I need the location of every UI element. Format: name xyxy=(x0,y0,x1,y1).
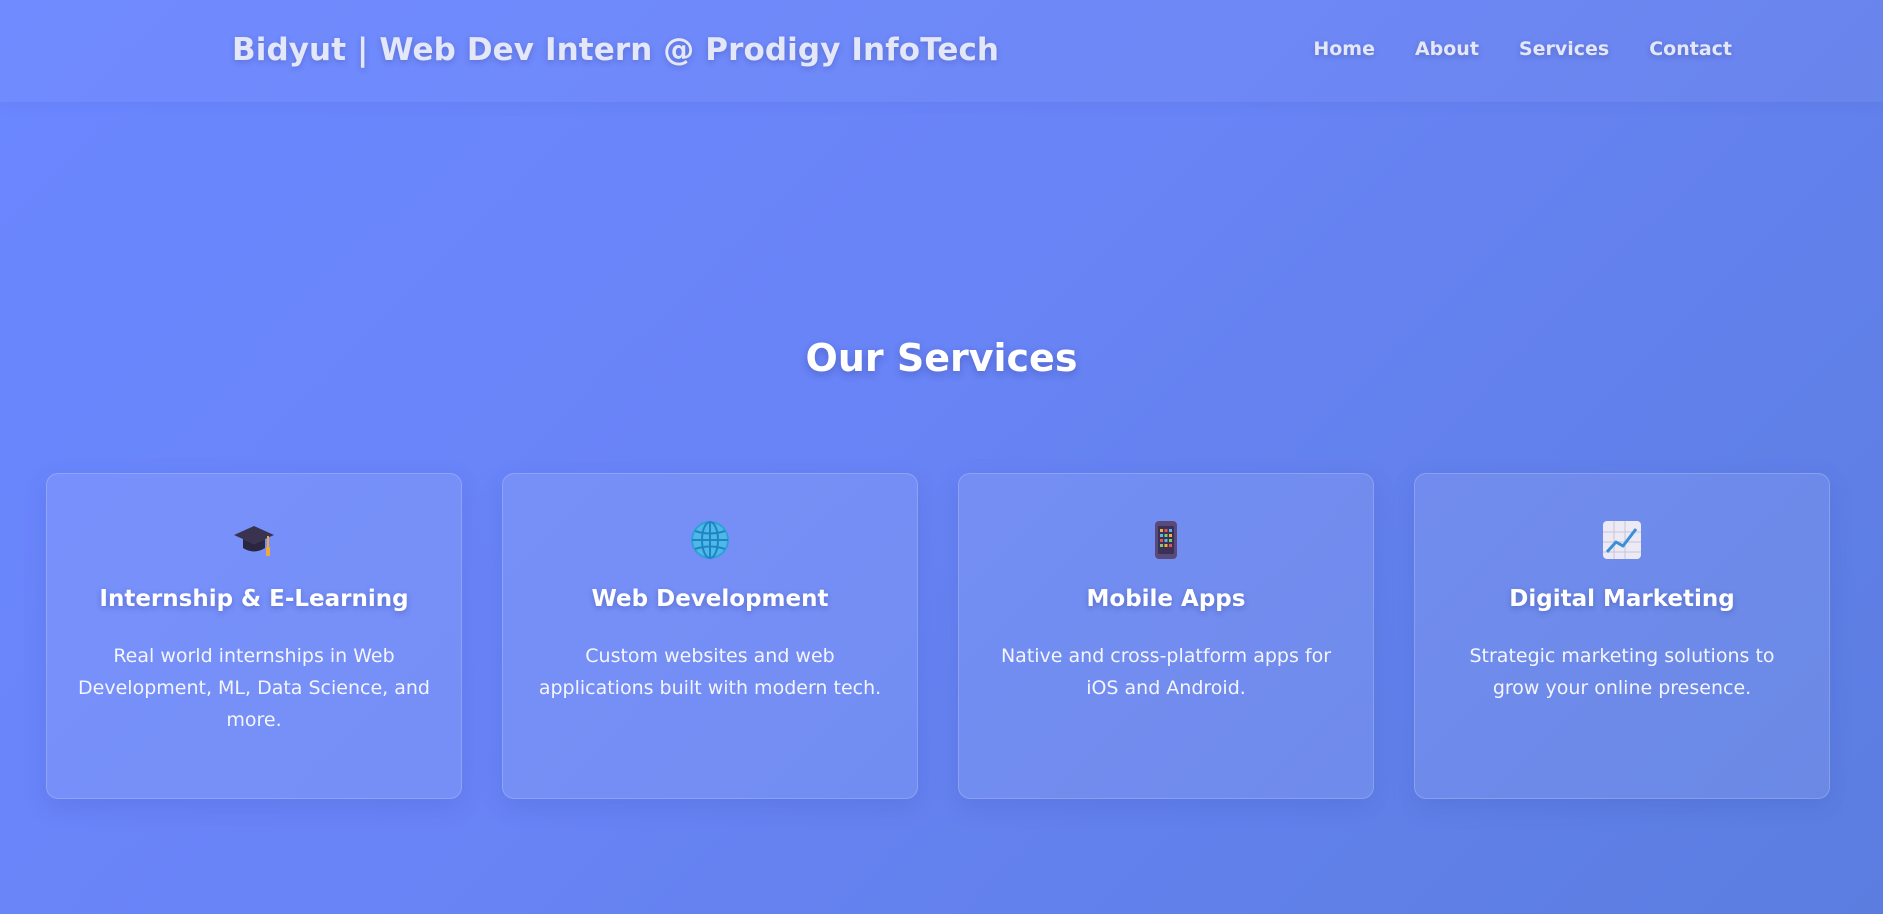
graduation-cap-icon xyxy=(77,516,431,564)
section-title: Our Services xyxy=(805,336,1078,380)
card-title: Web Development xyxy=(591,586,829,612)
nav-menu: Home About Services Contact xyxy=(1313,38,1732,60)
globe-icon xyxy=(533,516,887,564)
service-card-web-development[interactable]: Web Development Custom websites and web … xyxy=(502,473,918,799)
card-description: Real world internships in Web Developmen… xyxy=(78,645,430,731)
nav-link-about[interactable]: About xyxy=(1415,38,1479,60)
card-description: Native and cross-platform apps for iOS a… xyxy=(1000,645,1332,699)
card-title: Mobile Apps xyxy=(1086,586,1246,612)
nav-link-services[interactable]: Services xyxy=(1519,38,1609,60)
card-description: Custom websites and web applications bui… xyxy=(538,645,882,699)
service-card-digital-marketing[interactable]: Digital Marketing Strategic marketing so… xyxy=(1414,473,1830,799)
service-card-internship[interactable]: Internship & E-Learning Real world inter… xyxy=(46,473,462,799)
nav-link-contact[interactable]: Contact xyxy=(1649,38,1732,60)
service-card-mobile-apps[interactable]: Mobile Apps Native and cross-platform ap… xyxy=(958,473,1374,799)
nav-link-home[interactable]: Home xyxy=(1313,38,1375,60)
brand-logo-text[interactable]: Bidyut | Web Dev Intern @ Prodigy InfoTe… xyxy=(232,32,999,68)
card-title: Internship & E-Learning xyxy=(99,586,409,612)
navbar: Bidyut | Web Dev Intern @ Prodigy InfoTe… xyxy=(0,0,1883,102)
mobile-phone-icon xyxy=(989,516,1343,564)
card-title: Digital Marketing xyxy=(1509,586,1735,612)
chart-increasing-icon xyxy=(1445,516,1799,564)
card-description: Strategic marketing solutions to grow yo… xyxy=(1469,645,1775,699)
service-cards: Internship & E-Learning Real world inter… xyxy=(46,473,1830,799)
